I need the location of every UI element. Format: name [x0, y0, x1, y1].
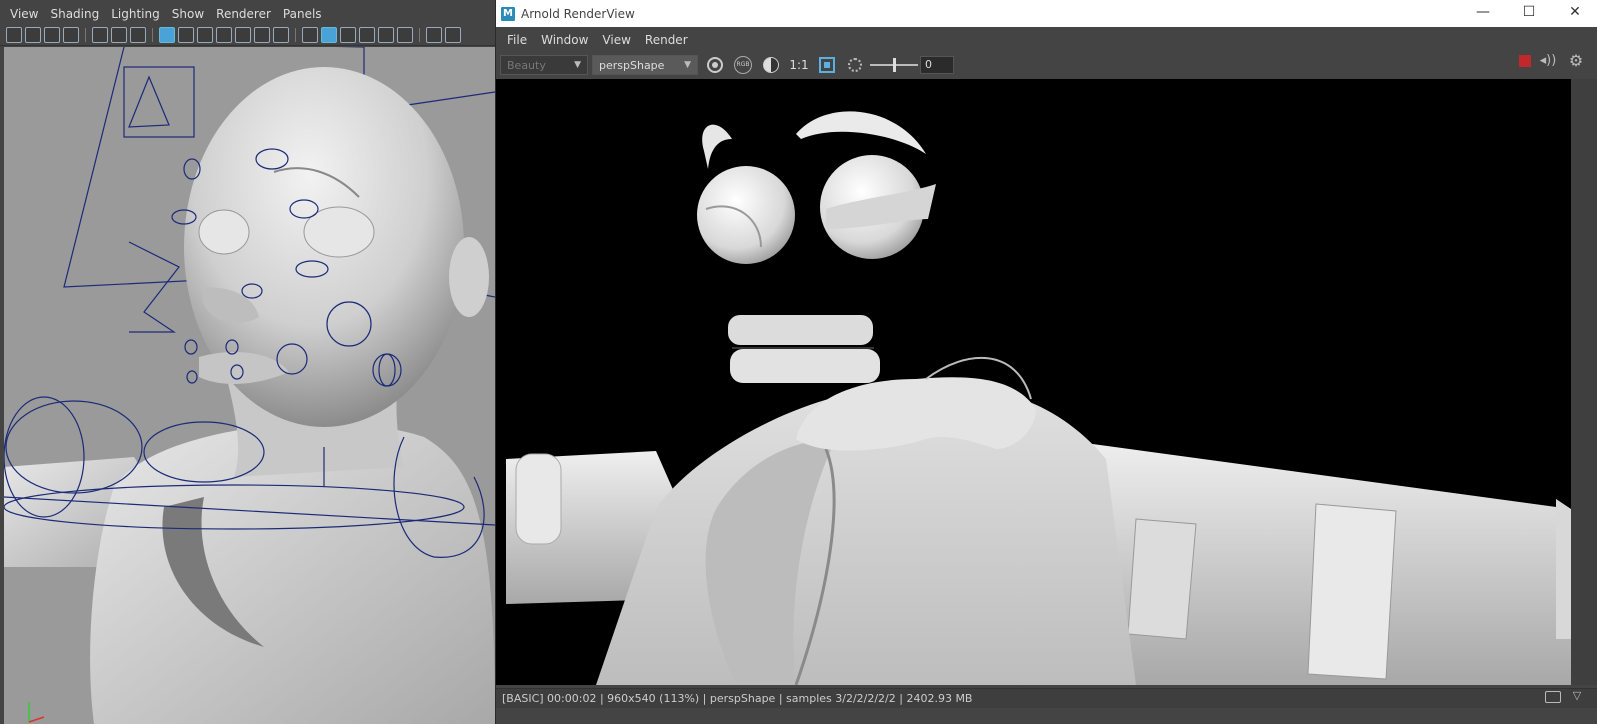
exposure-input[interactable]: 0	[920, 56, 954, 74]
viewport-menu-view[interactable]: View	[4, 7, 44, 21]
render-status-text: [BASIC] 00:00:02 | 960x540 (113%) | pers…	[502, 692, 973, 705]
render-image-area[interactable]	[496, 79, 1571, 685]
camera-snapshot-icon[interactable]	[1545, 691, 1561, 703]
grease-pencil-icon[interactable]	[92, 26, 108, 43]
chevron-down-icon: ▼	[684, 60, 691, 70]
viewport-toolbar	[0, 24, 495, 46]
menu-file[interactable]: File	[500, 33, 534, 47]
viewport-3d-scene[interactable]	[4, 47, 495, 724]
viewport-menubar: View Shading Lighting Show Renderer Pane…	[0, 4, 495, 24]
toolbar-separator	[295, 27, 296, 42]
safe-title-icon[interactable]	[273, 26, 289, 43]
bookmark-icon[interactable]	[44, 26, 60, 43]
minimize-button[interactable]: —	[1460, 0, 1506, 27]
viewport-menu-shading[interactable]: Shading	[44, 7, 105, 21]
maya-viewport-panel: View Shading Lighting Show Renderer Pane…	[0, 0, 495, 724]
toolbar-separator	[419, 27, 420, 42]
crop-region-button[interactable]	[816, 55, 838, 75]
crop-region-icon	[819, 57, 835, 73]
renderview-menubar: File Window View Render	[496, 28, 1597, 52]
target-icon	[707, 57, 723, 73]
exposure-slider[interactable]	[870, 55, 918, 75]
chevron-down-icon: ▼	[574, 60, 581, 70]
chevron-down-icon[interactable]: ▽	[1569, 689, 1585, 705]
grid-icon[interactable]	[159, 26, 175, 43]
zoom-ratio-button[interactable]: 1:1	[788, 55, 810, 75]
gate-mask-icon[interactable]	[216, 26, 232, 43]
shadows-icon[interactable]	[397, 26, 413, 43]
smooth-shade-icon[interactable]	[321, 26, 337, 43]
field-chart-icon[interactable]	[235, 26, 251, 43]
stop-render-button[interactable]	[1519, 55, 1531, 67]
menu-window[interactable]: Window	[534, 33, 595, 47]
render-side-panel	[1571, 79, 1597, 685]
pen-icon[interactable]	[130, 26, 146, 43]
aov-dropdown-value: Beauty	[507, 58, 546, 72]
aov-dropdown[interactable]: Beauty ▼	[500, 55, 588, 75]
window-title: Arnold RenderView	[521, 6, 635, 21]
maximize-button[interactable]: ☐	[1506, 0, 1552, 27]
menu-view[interactable]: View	[595, 33, 637, 47]
render-status-bar: [BASIC] 00:00:02 | 960x540 (113%) | pers…	[496, 688, 1597, 708]
maya-app-icon: M	[501, 6, 515, 21]
lights-icon[interactable]	[378, 26, 394, 43]
close-button[interactable]: ✕	[1552, 0, 1597, 27]
viewport-menu-show[interactable]: Show	[166, 7, 210, 21]
motion-blur-icon[interactable]	[445, 26, 461, 43]
interactive-render-icon[interactable]: ◂))	[1539, 53, 1557, 69]
rendered-image	[506, 111, 1571, 685]
arnold-renderview-window: M Arnold RenderView — ☐ ✕ File Window Vi…	[495, 0, 1597, 724]
2d-pan-zoom-icon[interactable]	[111, 26, 127, 43]
exposure-button[interactable]	[844, 55, 866, 75]
viewport-scene-drawing	[4, 47, 495, 724]
wireframe-icon[interactable]	[302, 26, 318, 43]
menu-render[interactable]: Render	[638, 33, 695, 47]
camera-attributes-icon[interactable]	[25, 26, 41, 43]
zoom-ratio-label: 1:1	[789, 58, 809, 72]
camera-dropdown[interactable]: perspShape ▼	[592, 55, 698, 75]
render-region-toggle-button[interactable]	[704, 55, 726, 75]
window-title-bar[interactable]: M Arnold RenderView — ☐ ✕	[496, 0, 1597, 27]
viewport-menu-panels[interactable]: Panels	[277, 7, 328, 21]
toolbar-separator	[85, 27, 86, 42]
rgb-channel-button[interactable]: RGB	[732, 55, 754, 75]
ambient-occlusion-icon[interactable]	[426, 26, 442, 43]
film-gate-icon[interactable]	[178, 26, 194, 43]
gear-icon[interactable]: ⚙	[1567, 52, 1585, 70]
wireframe-on-shaded-icon[interactable]	[340, 26, 356, 43]
toolbar-separator	[152, 27, 153, 42]
half-circle-icon	[763, 57, 779, 73]
renderview-toolbar: Beauty ▼ perspShape ▼ RGB 1:1 0	[496, 52, 1597, 78]
textured-icon[interactable]	[359, 26, 375, 43]
rgb-icon: RGB	[734, 56, 752, 74]
viewport-menu-renderer[interactable]: Renderer	[210, 7, 277, 21]
camera-dropdown-value: perspShape	[599, 58, 665, 72]
resolution-gate-icon[interactable]	[197, 26, 213, 43]
select-camera-icon[interactable]	[6, 26, 22, 43]
alpha-toggle-button[interactable]	[760, 55, 782, 75]
slider-thumb[interactable]	[892, 58, 896, 72]
image-plane-icon[interactable]	[63, 26, 79, 43]
safe-action-icon[interactable]	[254, 26, 270, 43]
aperture-icon	[848, 58, 862, 72]
viewport-menu-lighting[interactable]: Lighting	[105, 7, 166, 21]
